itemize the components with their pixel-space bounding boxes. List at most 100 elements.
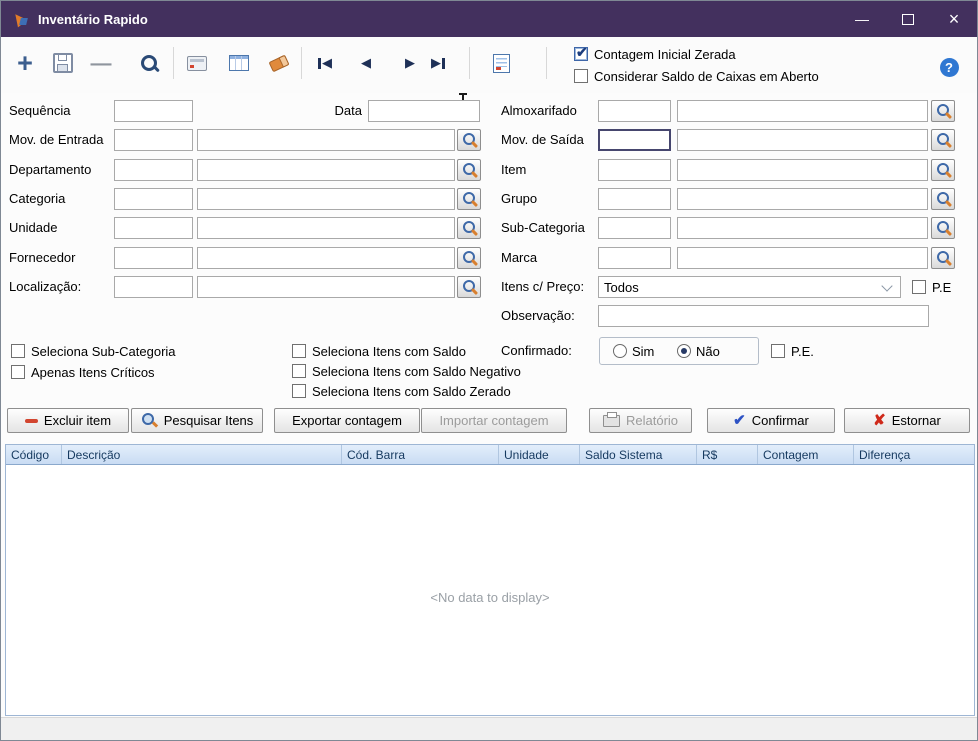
input-item-codigo[interactable] [598,159,671,181]
pesquisar-itens-button[interactable]: Pesquisar Itens [131,408,263,433]
input-item-descricao[interactable] [677,159,928,181]
cross-icon: ✘ [873,412,886,429]
checkbox-seleciona-sub-categoria[interactable]: Seleciona Sub-Categoria [11,343,176,359]
exportar-contagem-button[interactable]: Exportar contagem [274,408,420,433]
lookup-mov-entrada[interactable] [457,129,481,151]
estornar-button[interactable]: ✘ Estornar [844,408,970,433]
lookup-item[interactable] [931,159,955,181]
input-marca-descricao[interactable] [677,247,928,269]
lookup-mov-saida[interactable] [931,129,955,151]
grid-view-button[interactable] [221,45,257,81]
input-observacao[interactable] [598,305,929,327]
checkbox-itens-saldo-negativo[interactable]: Seleciona Itens com Saldo Negativo [292,363,521,379]
importar-contagem-button[interactable]: Importar contagem [421,408,567,433]
clear-button[interactable] [261,45,297,81]
count-sheet-button[interactable] [483,45,519,81]
save-button[interactable] [45,45,81,81]
input-data[interactable] [368,100,480,122]
input-categoria-descricao[interactable] [197,188,455,210]
nav-last-button[interactable]: ▶ [420,45,456,81]
search-button[interactable] [131,45,167,81]
input-unidade-descricao[interactable] [197,217,455,239]
column-header-cod-barra[interactable]: Cód. Barra [342,445,499,464]
input-mov-entrada-codigo[interactable] [114,129,193,151]
checkbox-contagem-inicial-zerada[interactable]: ✔ Contagem Inicial Zerada [574,44,736,62]
excluir-item-button[interactable]: Excluir item [7,408,129,433]
column-header-codigo[interactable]: Código [6,445,62,464]
relatorio-button[interactable]: Relatório [589,408,692,433]
input-grupo-codigo[interactable] [598,188,671,210]
magnifier-handle-icon [944,111,953,120]
label-data: Data [334,103,362,118]
lookup-marca[interactable] [931,247,955,269]
input-departamento-descricao[interactable] [197,159,455,181]
column-header-descricao[interactable]: Descrição [62,445,342,464]
add-button[interactable]: + [7,45,43,81]
magnifier-handle-icon [470,199,479,208]
input-categoria-codigo[interactable] [114,188,193,210]
button-label: Relatório [625,413,679,428]
input-marca-codigo[interactable] [598,247,671,269]
help-button[interactable]: ? [931,49,967,85]
checkbox-box [11,344,25,358]
app-icon [10,10,28,28]
calculator-button[interactable] [179,45,215,81]
input-sequencia[interactable] [114,100,193,122]
input-fornecedor-descricao[interactable] [197,247,455,269]
input-departamento-codigo[interactable] [114,159,193,181]
checkbox-considerar-saldo-caixas[interactable]: Considerar Saldo de Caixas em Aberto [574,68,819,84]
input-sub-categoria-descricao[interactable] [677,217,928,239]
input-almoxarifado-descricao[interactable] [677,100,928,122]
checkbox-itens-saldo-zerado[interactable]: Seleciona Itens com Saldo Zerado [292,383,511,399]
input-almoxarifado-codigo[interactable] [598,100,671,122]
nav-first-button[interactable]: ◀ [307,45,343,81]
delete-button[interactable]: — [83,45,119,81]
column-header-contagem[interactable]: Contagem [758,445,854,464]
label-item: Item [501,162,527,177]
close-button[interactable]: × [931,1,977,37]
lookup-unidade[interactable] [457,217,481,239]
radio-nao[interactable]: Não [677,343,720,359]
input-mov-saida-codigo[interactable] [598,129,671,151]
input-unidade-codigo[interactable] [114,217,193,239]
lookup-categoria[interactable] [457,188,481,210]
input-sub-categoria-codigo[interactable] [598,217,671,239]
column-header-saldo-sistema[interactable]: Saldo Sistema [580,445,697,464]
nav-prev-button[interactable]: ◀ [348,45,384,81]
checkbox-pe[interactable]: P.E. [771,343,814,359]
maximize-button[interactable] [885,1,931,37]
lookup-sub-categoria[interactable] [931,217,955,239]
checkbox-itens-com-saldo[interactable]: Seleciona Itens com Saldo [292,343,466,359]
itens-preco-select[interactable]: Todos [598,276,901,298]
checkbox-pe-preco[interactable]: P.E [912,279,951,295]
lookup-departamento[interactable] [457,159,481,181]
last-bar-icon [442,57,445,69]
label-departamento: Departamento [9,162,92,177]
minimize-button[interactable]: — [839,1,885,37]
label-localizacao: Localização: [9,279,82,294]
search-icon [141,55,157,71]
input-localizacao-codigo[interactable] [114,276,193,298]
chevron-down-icon [881,280,893,292]
grid-header: Código Descrição Cód. Barra Unidade Sald… [6,445,974,465]
input-mov-saida-descricao[interactable] [677,129,928,151]
column-header-diferenca[interactable]: Diferença [854,445,976,464]
label-categoria: Categoria [9,191,66,206]
column-header-unidade[interactable]: Unidade [499,445,580,464]
input-mov-entrada-descricao[interactable] [197,129,455,151]
lookup-localizacao[interactable] [457,276,481,298]
radio-label: Sim [632,343,655,359]
input-grupo-descricao[interactable] [677,188,928,210]
lookup-grupo[interactable] [931,188,955,210]
input-localizacao-descricao[interactable] [197,276,455,298]
checkbox-label: Contagem Inicial Zerada [594,46,736,62]
lookup-fornecedor[interactable] [457,247,481,269]
input-fornecedor-codigo[interactable] [114,247,193,269]
lookup-almoxarifado[interactable] [931,100,955,122]
search-icon [141,412,158,429]
radio-sim[interactable]: Sim [613,343,654,359]
checkbox-apenas-itens-criticos[interactable]: Apenas Itens Críticos [11,364,155,380]
column-header-rs[interactable]: R$ [697,445,758,464]
confirmar-button[interactable]: ✔ Confirmar [707,408,835,433]
grid-empty-text: <No data to display> [430,590,550,605]
